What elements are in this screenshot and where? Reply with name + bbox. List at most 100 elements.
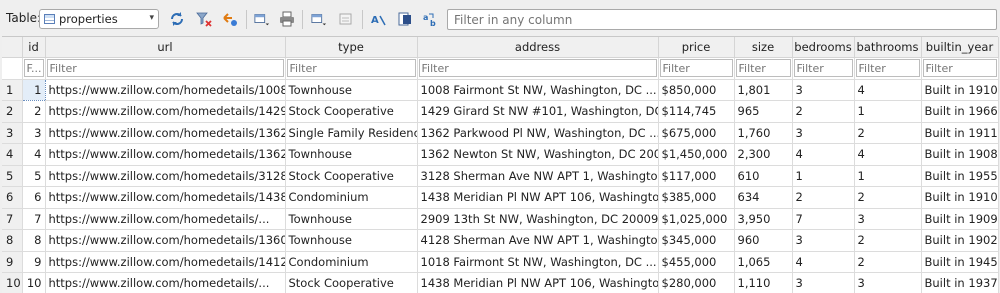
cell-builtin-year[interactable]: Built in 1937: [921, 272, 999, 293]
cell-bathrooms[interactable]: 2: [854, 251, 922, 273]
cell-type[interactable]: Stock Cooperative: [285, 100, 418, 123]
cell-price[interactable]: $280,000: [658, 272, 735, 293]
table-row[interactable]: 6 6 https://www.zillow.com/homedetails/143…: [2, 186, 999, 209]
cell-url[interactable]: https://www.zillow.com/homedetails/1360-…: [45, 229, 286, 252]
cell-bedrooms[interactable]: 3: [792, 79, 855, 101]
table-row[interactable]: 8 8 https://www.zillow.com/homedetails/136…: [2, 229, 999, 252]
cell-price[interactable]: $675,000: [658, 122, 735, 144]
table-row[interactable]: 4 4 https://www.zillow.com/homedetails/136…: [2, 143, 999, 166]
cell-url[interactable]: https://www.zillow.com/homedetails/1412-…: [45, 251, 286, 273]
cell-size[interactable]: 2,300: [734, 143, 793, 166]
cell-id[interactable]: 2: [22, 100, 46, 123]
cell-url[interactable]: https://www.zillow.com/homedetails/1362-…: [45, 122, 286, 144]
cell-id[interactable]: 3: [22, 122, 46, 144]
cell-type[interactable]: Stock Cooperative: [285, 272, 418, 293]
column-header-address[interactable]: address: [417, 37, 659, 58]
cell-price[interactable]: $455,000: [658, 251, 735, 273]
cell-address[interactable]: 1438 Meridian Pl NW APT 106, Washington.…: [417, 272, 659, 293]
row-header[interactable]: 10: [2, 272, 23, 293]
cell-bathrooms[interactable]: 1: [854, 165, 922, 187]
table-row[interactable]: 5 5 https://www.zillow.com/homedetails/312…: [2, 165, 999, 187]
table-row[interactable]: 7 7 https://www.zillow.com/homedetails/...…: [2, 208, 999, 230]
cell-url[interactable]: https://www.zillow.com/homedetails/1008-…: [45, 79, 286, 101]
find-icon[interactable]: A: [371, 11, 387, 27]
cell-id[interactable]: 8: [22, 229, 46, 252]
cell-size[interactable]: 1,110: [734, 272, 793, 293]
cell-builtin-year[interactable]: Built in 1911: [921, 122, 999, 144]
cell-bathrooms[interactable]: 2: [854, 122, 922, 144]
column-header-type[interactable]: type: [285, 37, 418, 58]
table-row[interactable]: 2 2 https://www.zillow.com/homedetails/142…: [2, 100, 999, 123]
filter-input-address[interactable]: [418, 59, 657, 77]
cell-address[interactable]: 1018 Fairmont St NW, Washington, DC ...: [417, 251, 659, 273]
cell-url[interactable]: https://www.zillow.com/homedetails/3128-…: [45, 165, 286, 187]
cell-bathrooms[interactable]: 4: [854, 143, 922, 166]
cell-size[interactable]: 960: [734, 229, 793, 252]
column-header-bathrooms[interactable]: bathrooms: [854, 37, 922, 58]
cell-size[interactable]: 965: [734, 100, 793, 123]
cell-bedrooms[interactable]: 3: [792, 272, 855, 293]
cell-type[interactable]: Stock Cooperative: [285, 165, 418, 187]
cell-size[interactable]: 1,760: [734, 122, 793, 144]
cell-price[interactable]: $345,000: [658, 229, 735, 252]
save-filter-icon[interactable]: [222, 11, 238, 27]
cell-bathrooms[interactable]: 3: [854, 272, 922, 293]
delete-record-icon[interactable]: [338, 11, 354, 27]
cell-builtin-year[interactable]: Built in 1908: [921, 143, 999, 166]
row-header[interactable]: 7: [2, 208, 23, 230]
cell-bathrooms[interactable]: 4: [854, 79, 922, 101]
cell-bedrooms[interactable]: 4: [792, 251, 855, 273]
cell-type[interactable]: Townhouse: [285, 143, 418, 166]
cell-url[interactable]: https://www.zillow.com/homedetails/...: [45, 208, 286, 230]
clear-filters-icon[interactable]: [196, 11, 212, 27]
cell-url[interactable]: https://www.zillow.com/homedetails/1429-…: [45, 100, 286, 123]
cell-bedrooms[interactable]: 4: [792, 143, 855, 166]
filter-input-builtin-year[interactable]: [922, 59, 997, 77]
row-header[interactable]: 5: [2, 165, 23, 187]
row-header[interactable]: 1: [2, 79, 23, 101]
cell-builtin-year[interactable]: Built in 1945: [921, 251, 999, 273]
cell-bathrooms[interactable]: 1: [854, 100, 922, 123]
cell-bathrooms[interactable]: 3: [854, 208, 922, 230]
cell-address[interactable]: 1008 Fairmont St NW, Washington, DC ...: [417, 79, 659, 101]
row-header[interactable]: 8: [2, 229, 23, 252]
cell-id[interactable]: 5: [22, 165, 46, 187]
cell-builtin-year[interactable]: Built in 1966: [921, 100, 999, 123]
row-header[interactable]: 2: [2, 100, 23, 123]
table-row[interactable]: 3 3 https://www.zillow.com/homedetails/136…: [2, 122, 999, 144]
cell-builtin-year[interactable]: Built in 1910: [921, 79, 999, 101]
cell-builtin-year[interactable]: Built in 1909: [921, 208, 999, 230]
filter-any-column-input[interactable]: [447, 9, 997, 30]
filter-input-url[interactable]: [46, 59, 284, 77]
cell-address[interactable]: 2909 13th St NW, Washington, DC 20009: [417, 208, 659, 230]
cell-type[interactable]: Condominium: [285, 251, 418, 273]
replace-text-icon[interactable]: ab: [423, 11, 439, 27]
cell-price[interactable]: $117,000: [658, 165, 735, 187]
column-header-id[interactable]: id: [22, 37, 46, 58]
row-header[interactable]: 9: [2, 251, 23, 273]
table-row[interactable]: 9 9 https://www.zillow.com/homedetails/141…: [2, 251, 999, 273]
cell-bedrooms[interactable]: 2: [792, 186, 855, 209]
table-row[interactable]: 1 1 https://www.zillow.com/homedetails/100…: [2, 78, 999, 101]
cell-builtin-year[interactable]: Built in 1910: [921, 186, 999, 209]
column-header-url[interactable]: url: [45, 37, 286, 58]
cell-address[interactable]: 1362 Newton St NW, Washington, DC 20010: [417, 143, 659, 166]
cell-type[interactable]: Single Family Residence: [285, 122, 418, 144]
cell-type[interactable]: Townhouse: [285, 208, 418, 230]
cell-bedrooms[interactable]: 7: [792, 208, 855, 230]
cell-address[interactable]: 3128 Sherman Ave NW APT 1, Washington,..…: [417, 165, 659, 187]
cell-price[interactable]: $1,025,000: [658, 208, 735, 230]
cell-price[interactable]: $385,000: [658, 186, 735, 209]
row-header[interactable]: 4: [2, 143, 23, 166]
cell-id[interactable]: 6: [22, 186, 46, 209]
cell-bathrooms[interactable]: 2: [854, 186, 922, 209]
column-header-price[interactable]: price: [658, 37, 735, 58]
insert-record-icon[interactable]: [311, 11, 327, 27]
table-select[interactable]: properties ▾: [39, 9, 159, 29]
cell-price[interactable]: $850,000: [658, 79, 735, 101]
refresh-icon[interactable]: [169, 11, 185, 27]
cell-id[interactable]: 9: [22, 251, 46, 273]
cell-builtin-year[interactable]: Built in 1955: [921, 165, 999, 187]
cell-size[interactable]: 1,801: [734, 79, 793, 101]
filter-input-size[interactable]: [735, 59, 791, 77]
